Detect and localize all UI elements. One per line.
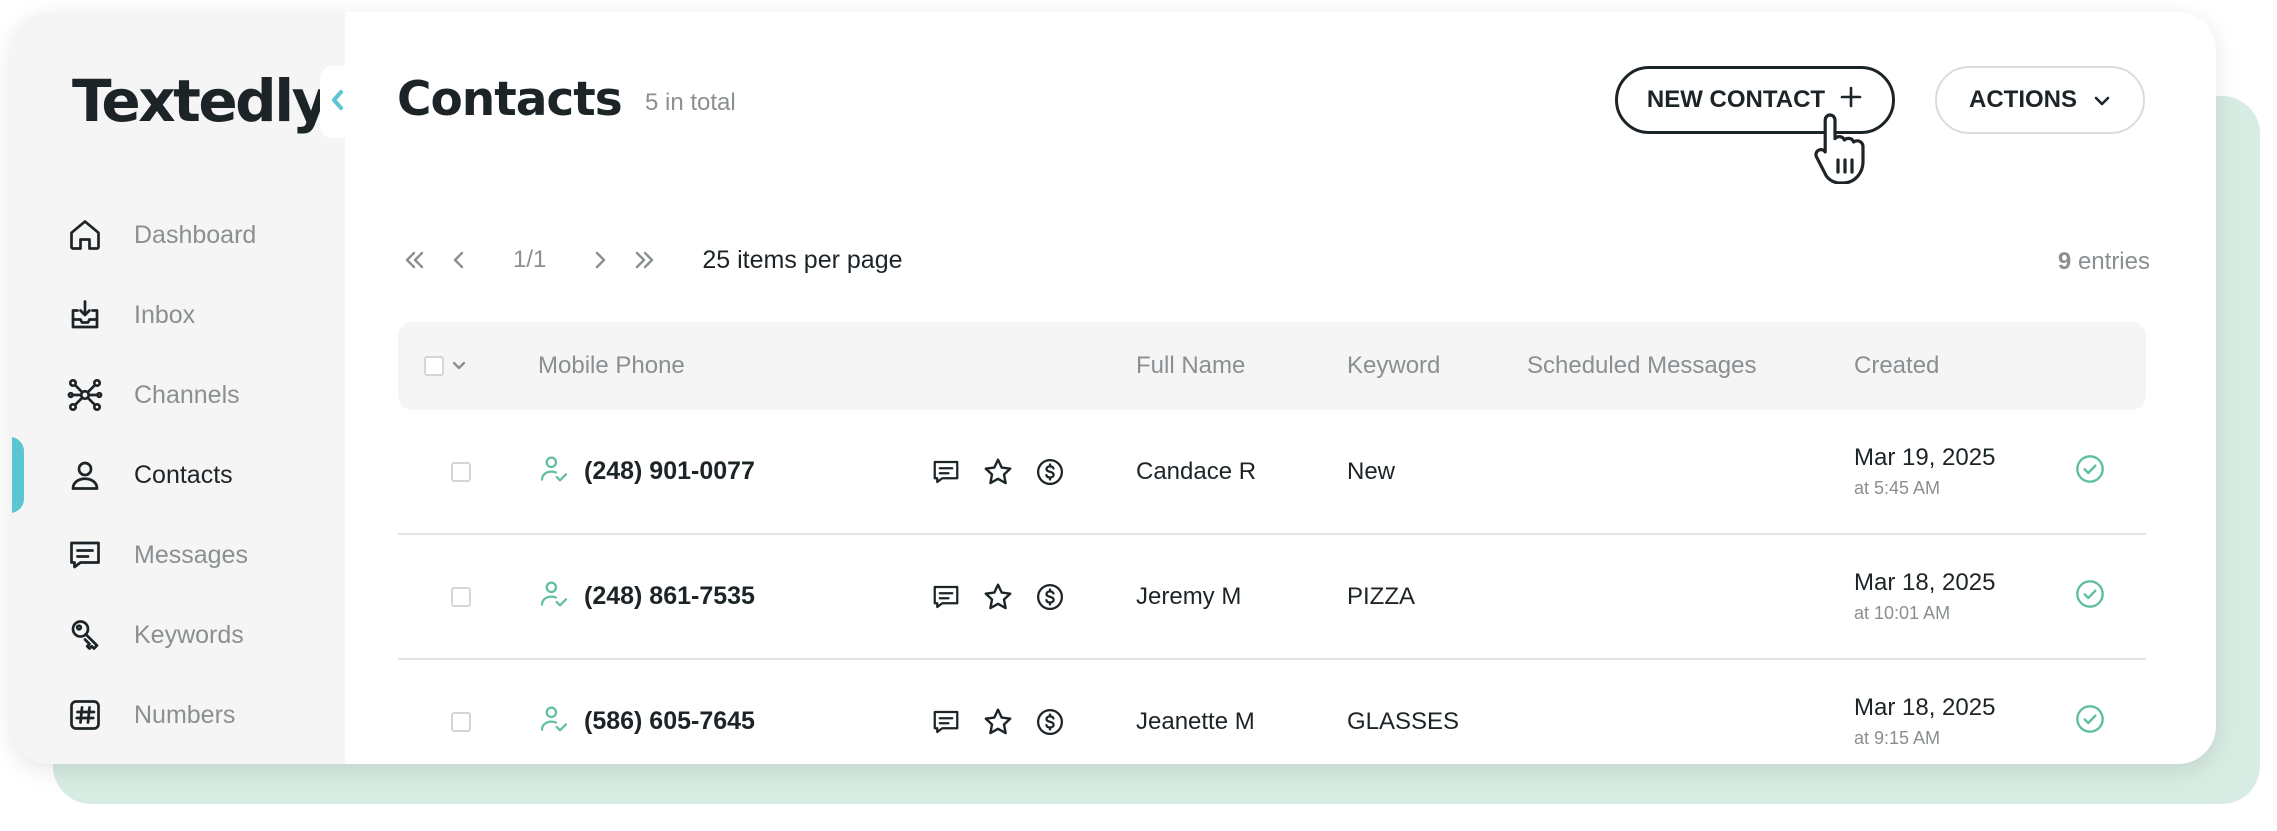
sidebar-item-messages[interactable]: Messages — [12, 515, 345, 595]
created-date: Mar 18, 2025 — [1854, 694, 1996, 721]
sidebar-item-channels[interactable]: Channels — [12, 355, 345, 435]
sidebar-item-label: Keywords — [134, 620, 244, 649]
chevron-right-icon — [596, 251, 606, 269]
column-scheduled-messages[interactable]: Scheduled Messages — [1527, 322, 1756, 410]
sidebar-item-label: Contacts — [134, 460, 233, 489]
sidebar-item-label: Channels — [134, 380, 240, 409]
total-count: 5 in total — [645, 89, 736, 116]
contact-phone[interactable]: (586) 605-7645 — [584, 707, 755, 736]
message-icon[interactable] — [928, 704, 964, 740]
message-icon[interactable] — [928, 579, 964, 615]
sidebar-item-label: Inbox — [134, 300, 196, 329]
logo: Textedly — [72, 67, 329, 135]
row-checkbox[interactable] — [451, 711, 471, 732]
page-title: Contacts — [397, 72, 623, 127]
channels-icon — [66, 376, 104, 414]
contact-keyword: GLASSES — [1347, 707, 1460, 735]
last-page-button[interactable] — [626, 242, 662, 278]
contact-created: Mar 19, 2025 at 5:45 AM — [1854, 410, 1995, 533]
contact-full-name: Candace R — [1136, 457, 1257, 485]
contact-phone[interactable]: (248) 861-7535 — [584, 582, 755, 611]
table-row[interactable]: (248) 861-7535 Jeremy M PIZZA Mar 18, 20… — [398, 535, 2146, 660]
message-icon[interactable] — [928, 454, 964, 490]
column-created[interactable]: Created — [1854, 322, 1939, 410]
check-circle-icon — [2074, 453, 2106, 490]
hand-pointer-cursor-icon — [1812, 110, 1868, 189]
user-icon — [66, 456, 104, 494]
page-indicator: 1/1 — [513, 246, 547, 273]
created-time: at 5:45 AM — [1854, 478, 1941, 498]
app-window: Textedly Dashboard Inbox Channels Contac… — [12, 12, 2216, 764]
row-checkbox[interactable] — [451, 461, 471, 482]
contacts-table: Mobile Phone Full Name Keyword Scheduled… — [398, 322, 2146, 764]
items-per-page-select[interactable]: 25 items per page — [702, 246, 902, 275]
chevrons-left-icon — [405, 251, 424, 269]
active-indicator — [12, 437, 24, 513]
new-contact-label: NEW CONTACT — [1646, 86, 1826, 113]
sidebar-item-inbox[interactable]: Inbox — [12, 275, 345, 355]
home-icon — [66, 216, 104, 254]
dollar-icon[interactable] — [1032, 704, 1068, 740]
entries-number: 9 — [2057, 248, 2072, 275]
star-icon[interactable] — [980, 454, 1016, 490]
select-all-control[interactable] — [424, 322, 466, 410]
row-checkbox[interactable] — [451, 586, 471, 607]
contact-keyword: New — [1347, 457, 1396, 485]
sidebar-item-contacts[interactable]: Contacts — [12, 435, 345, 515]
column-full-name[interactable]: Full Name — [1136, 322, 1245, 410]
actions-label: ACTIONS — [1969, 86, 2077, 113]
entries-label: entries — [2077, 248, 2150, 275]
entries-count: 9 entries — [2058, 248, 2150, 276]
dollar-icon[interactable] — [1032, 579, 1068, 615]
chevrons-right-icon — [636, 251, 654, 269]
created-date: Mar 18, 2025 — [1854, 569, 1996, 596]
table-header: Mobile Phone Full Name Keyword Scheduled… — [398, 322, 2146, 410]
contact-full-name: Jeremy M — [1136, 582, 1242, 610]
created-time: at 9:15 AM — [1854, 728, 1941, 748]
hash-icon — [66, 696, 104, 734]
check-circle-icon — [2074, 578, 2106, 615]
contact-phone[interactable]: (248) 901-0077 — [584, 457, 755, 486]
contact-keyword: PIZZA — [1347, 582, 1416, 610]
sidebar-item-dashboard[interactable]: Dashboard — [12, 195, 345, 275]
select-all-checkbox[interactable] — [424, 356, 444, 376]
actions-dropdown[interactable]: ACTIONS — [1935, 66, 2145, 134]
first-page-button[interactable] — [397, 242, 433, 278]
star-icon[interactable] — [980, 579, 1016, 615]
star-icon[interactable] — [980, 704, 1016, 740]
contact-created: Mar 18, 2025 at 9:15 AM — [1854, 660, 1995, 764]
chevron-left-icon — [453, 251, 464, 269]
chevron-down-icon — [2093, 86, 2111, 114]
column-keyword[interactable]: Keyword — [1347, 322, 1440, 410]
contact-full-name: Jeanette M — [1136, 707, 1255, 735]
sidebar-item-keywords[interactable]: Keywords — [12, 595, 345, 675]
pagination: 1/1 25 items per page — [397, 240, 903, 280]
table-row[interactable]: (586) 605-7645 Jeanette M GLASSES Mar 18… — [398, 660, 2146, 764]
sidebar-nav: Dashboard Inbox Channels Contacts Messag… — [12, 195, 345, 755]
column-mobile-phone[interactable]: Mobile Phone — [538, 322, 685, 410]
check-circle-icon — [2074, 703, 2106, 740]
prev-page-button[interactable] — [441, 242, 477, 278]
sidebar-item-label: Messages — [134, 540, 248, 569]
user-check-icon — [538, 703, 570, 740]
sidebar: Textedly Dashboard Inbox Channels Contac… — [12, 12, 345, 764]
next-page-button[interactable] — [582, 242, 618, 278]
message-icon — [66, 536, 104, 574]
key-icon — [66, 616, 104, 654]
sidebar-item-label: Numbers — [134, 700, 236, 729]
created-date: Mar 19, 2025 — [1854, 444, 1996, 471]
sidebar-item-numbers[interactable]: Numbers — [12, 675, 345, 755]
inbox-icon — [66, 296, 104, 334]
created-time: at 10:01 AM — [1854, 603, 1951, 623]
user-check-icon — [538, 453, 570, 490]
user-check-icon — [538, 578, 570, 615]
chevron-down-icon — [452, 361, 466, 370]
sidebar-item-label: Dashboard — [134, 220, 257, 249]
table-row[interactable]: (248) 901-0077 Candace R New Mar 19, 202… — [398, 410, 2146, 535]
contact-created: Mar 18, 2025 at 10:01 AM — [1854, 535, 1995, 658]
dollar-icon[interactable] — [1032, 454, 1068, 490]
